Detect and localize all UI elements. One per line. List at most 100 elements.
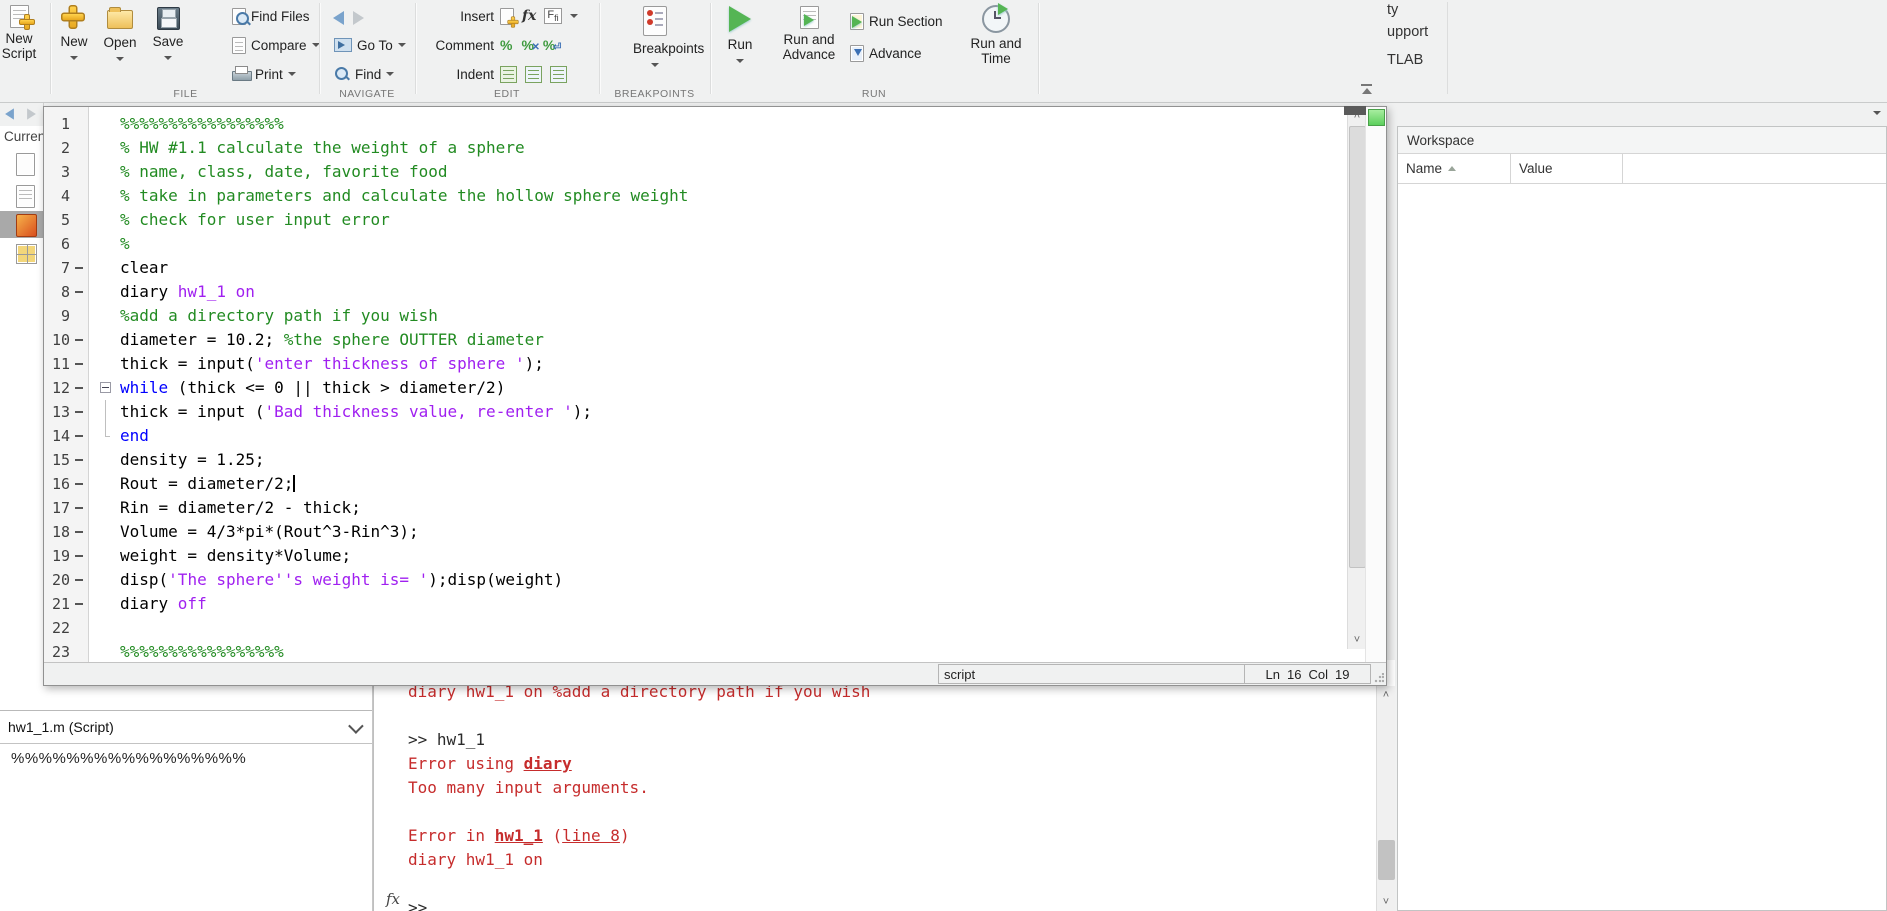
open-dropdown-arrow[interactable] bbox=[116, 56, 124, 61]
breakpoints-dropdown-arrow[interactable] bbox=[651, 62, 659, 67]
back-icon[interactable] bbox=[333, 11, 344, 25]
save-button[interactable]: Save bbox=[146, 2, 190, 84]
file-selector[interactable]: hw1_1.m (Script) bbox=[0, 710, 372, 744]
file-list-item[interactable] bbox=[0, 241, 43, 268]
editor-scrollbar[interactable]: ˄ ˅ bbox=[1347, 107, 1366, 649]
code-text: diary hw1_1 on bbox=[120, 280, 1346, 304]
clipped-label-request-support[interactable]: upport bbox=[1387, 24, 1428, 40]
column-header-value[interactable]: Value bbox=[1511, 154, 1623, 183]
editor-line[interactable]: 22 bbox=[44, 616, 1346, 640]
wrap-comments-icon[interactable]: % ⏎ bbox=[543, 37, 561, 53]
command-window[interactable]: diary hw1_1 on %add a directory path if … bbox=[373, 660, 1395, 911]
breakpoints-button[interactable]: Breakpoints bbox=[633, 2, 704, 84]
file-list-item[interactable] bbox=[0, 183, 43, 210]
fold-collapse-icon[interactable] bbox=[100, 382, 111, 393]
new-dropdown-arrow[interactable] bbox=[70, 55, 78, 60]
compare-button[interactable]: Compare bbox=[232, 32, 320, 58]
line-number: 7 bbox=[60, 259, 70, 277]
smart-indent-icon[interactable] bbox=[500, 65, 517, 83]
editor-line[interactable]: 15 density = 1.25; bbox=[44, 448, 1346, 472]
print-button[interactable]: Print bbox=[232, 61, 296, 87]
editor-line[interactable]: 23%%%%%%%%%%%%%%%%% bbox=[44, 640, 1346, 663]
clipped-label-community[interactable]: ty bbox=[1387, 2, 1398, 18]
editor-line[interactable]: 2 % HW #1.1 calculate the weight of a sph… bbox=[44, 136, 1346, 160]
scrollbar-thumb[interactable] bbox=[1378, 840, 1395, 880]
scroll-up-icon[interactable]: ˄ bbox=[1377, 686, 1395, 704]
resize-grip[interactable] bbox=[1374, 673, 1384, 683]
editor-line[interactable]: 14 end bbox=[44, 424, 1346, 448]
editor-line[interactable]: 16 Rout = diameter/2; bbox=[44, 472, 1346, 496]
code-token: thick = input ( bbox=[120, 402, 265, 421]
column-header-name[interactable]: Name bbox=[1398, 154, 1511, 183]
error-link[interactable]: hw1_1 bbox=[495, 826, 543, 845]
run-dropdown-arrow[interactable] bbox=[736, 58, 744, 63]
go-to-button[interactable]: Go To bbox=[334, 32, 406, 58]
error-link[interactable]: diary bbox=[524, 754, 572, 773]
advance-button[interactable]: Advance bbox=[850, 40, 922, 66]
run-and-time-button[interactable]: Run and Time bbox=[965, 2, 1027, 84]
uncomment-icon[interactable]: % ✕ bbox=[521, 37, 539, 53]
comment-icon[interactable]: % bbox=[500, 37, 512, 53]
open-label: Open bbox=[103, 35, 137, 50]
editor-line[interactable]: 21 diary off bbox=[44, 592, 1346, 616]
run-and-advance-button[interactable]: Run and Advance bbox=[778, 2, 840, 84]
insert-fi-icon[interactable]: Ffi bbox=[544, 7, 562, 25]
editor-line[interactable]: 20 disp('The sphere''s weight is= ');disp… bbox=[44, 568, 1346, 592]
new-button[interactable]: New bbox=[52, 2, 96, 84]
find-button[interactable]: Find bbox=[334, 61, 395, 87]
editor-line[interactable]: 9 %add a directory path if you wish bbox=[44, 304, 1346, 328]
minimize-toolstrip-icon[interactable] bbox=[1360, 84, 1374, 94]
editor-line[interactable]: 4 % take in parameters and calculate the … bbox=[44, 184, 1346, 208]
scrollbar-thumb[interactable] bbox=[1349, 126, 1366, 568]
editor-line[interactable]: 5 % check for user input error bbox=[44, 208, 1346, 232]
editor-line[interactable]: 19 weight = density*Volume; bbox=[44, 544, 1346, 568]
new-script-button[interactable]: New Script bbox=[0, 2, 38, 84]
folder-back-icon[interactable] bbox=[5, 108, 14, 120]
file-list-item[interactable] bbox=[0, 151, 43, 178]
editor-code-area[interactable]: 1%%%%%%%%%%%%%%%%% 2 % HW #1.1 calculate t… bbox=[44, 107, 1346, 663]
editor-line[interactable]: 1%%%%%%%%%%%%%%%%% bbox=[44, 112, 1346, 136]
open-button[interactable]: Open bbox=[98, 2, 142, 84]
indent-right-icon[interactable] bbox=[525, 65, 542, 83]
line-marker bbox=[70, 616, 88, 640]
editor-line[interactable]: 8 diary hw1_1 on bbox=[44, 280, 1346, 304]
save-dropdown-arrow[interactable] bbox=[164, 55, 172, 60]
command-prompt[interactable]: >> bbox=[408, 896, 1355, 911]
editor-line[interactable]: 12 while (thick <= 0 || thick > diameter/… bbox=[44, 376, 1346, 400]
editor-line[interactable]: 3 % name, class, date, favorite food bbox=[44, 160, 1346, 184]
go-to-dropdown-arrow[interactable] bbox=[397, 43, 406, 47]
editor-line[interactable]: 18 Volume = 4/3*pi*(Rout^3-Rin^3); bbox=[44, 520, 1346, 544]
code-analyzer-indicator[interactable] bbox=[1368, 109, 1385, 126]
insert-dropdown-arrow[interactable] bbox=[569, 14, 578, 18]
editor-line[interactable]: 7 clear bbox=[44, 256, 1346, 280]
indent-left-icon[interactable] bbox=[550, 65, 567, 83]
error-link[interactable]: line 8 bbox=[562, 826, 620, 845]
editor-line[interactable]: 6% bbox=[44, 232, 1346, 256]
file-list-item-selected[interactable] bbox=[0, 211, 43, 238]
find-files-button[interactable]: Find Files bbox=[232, 3, 310, 29]
executable-line-marker bbox=[70, 592, 88, 616]
fx-prompt-icon[interactable]: fx bbox=[386, 890, 400, 908]
code-fold-column[interactable] bbox=[94, 376, 120, 400]
panel-menu-icon[interactable] bbox=[1873, 111, 1881, 115]
scroll-down-icon[interactable]: ˅ bbox=[1348, 631, 1366, 649]
find-dropdown-arrow[interactable] bbox=[386, 72, 395, 76]
forward-icon[interactable] bbox=[353, 11, 364, 25]
folder-forward-icon[interactable] bbox=[27, 108, 36, 120]
code-text: weight = density*Volume; bbox=[120, 544, 1346, 568]
insert-label: Insert bbox=[460, 8, 494, 24]
print-dropdown-arrow[interactable] bbox=[287, 72, 296, 76]
editor-line[interactable]: 13 thick = input ('Bad thickness value, r… bbox=[44, 400, 1346, 424]
run-button[interactable]: Run bbox=[718, 2, 762, 84]
code-token: %add a directory path if you wish bbox=[120, 306, 438, 325]
command-window-scrollbar[interactable]: ˄ ˅ bbox=[1376, 686, 1395, 911]
editor-line[interactable]: 17 Rin = diameter/2 - thick; bbox=[44, 496, 1346, 520]
insert-section-icon[interactable] bbox=[500, 7, 519, 28]
editor-line[interactable]: 10 diameter = 10.2; %the sphere OUTTER di… bbox=[44, 328, 1346, 352]
scroll-down-icon[interactable]: ˅ bbox=[1377, 893, 1395, 911]
editor-line[interactable]: 11 thick = input('enter thickness of sphe… bbox=[44, 352, 1346, 376]
insert-function-icon[interactable]: fx bbox=[522, 8, 536, 24]
code-text: %%%%%%%%%%%%%%%%% bbox=[120, 640, 1346, 663]
clipped-label-learn-matlab[interactable]: TLAB bbox=[1387, 52, 1423, 68]
run-section-button[interactable]: Run Section bbox=[850, 8, 943, 34]
